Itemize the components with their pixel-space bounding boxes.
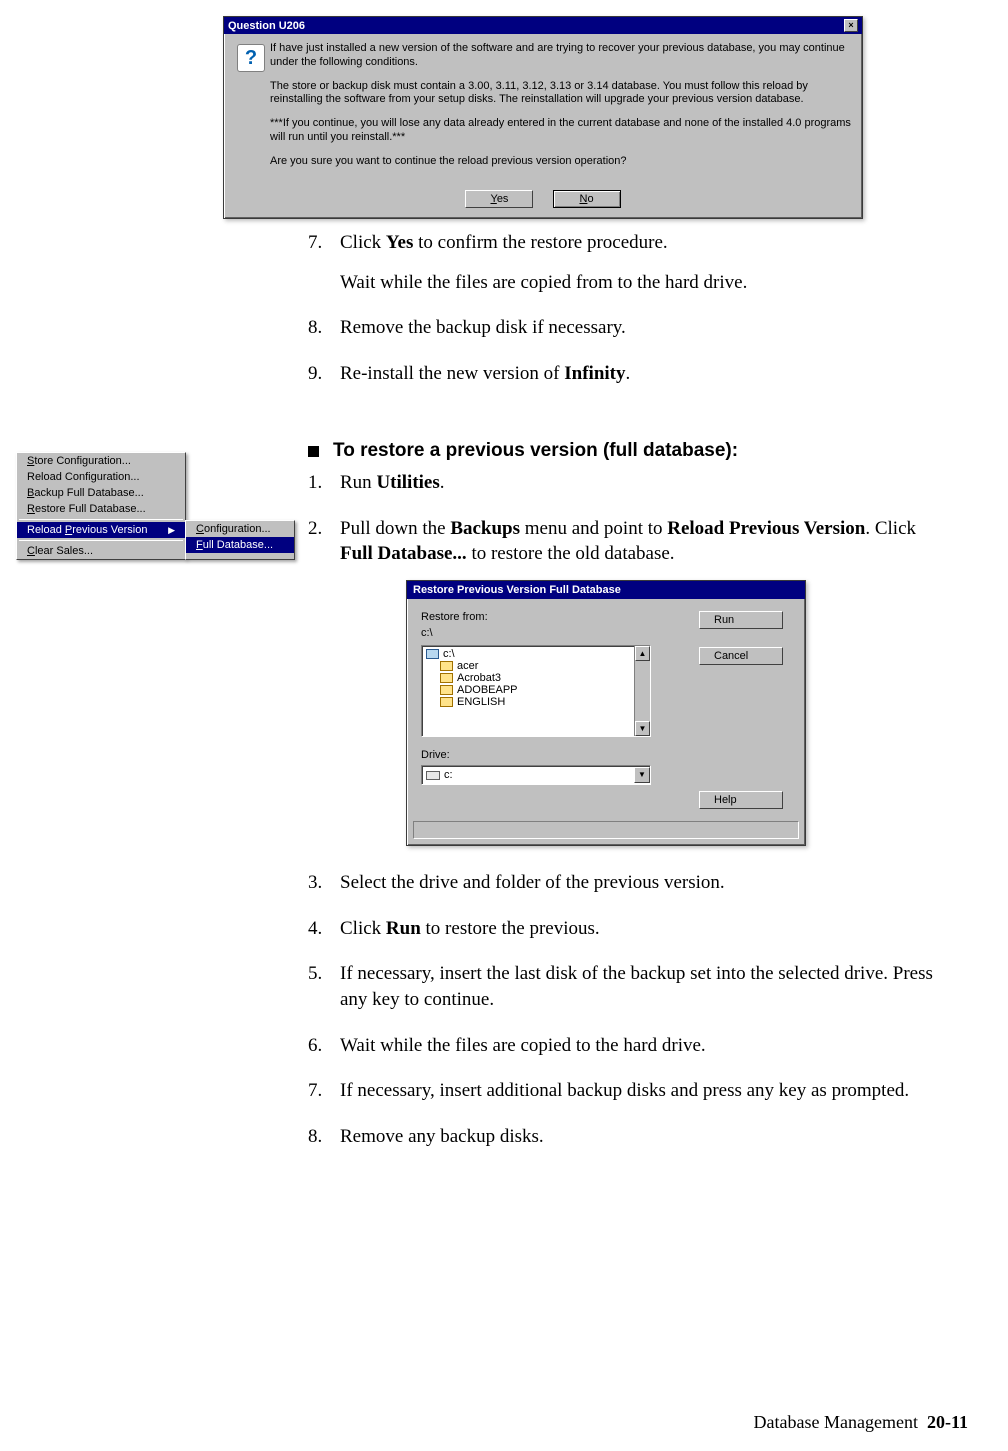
- folder-icon: [426, 649, 439, 659]
- steps-restore: 3.Select the drive and folder of the pre…: [308, 870, 948, 1169]
- square-bullet-icon: [308, 446, 319, 457]
- backups-menu: Store Configuration...Reload Configurati…: [16, 452, 295, 560]
- question-icon: ?: [237, 44, 265, 72]
- drive-combobox[interactable]: c: ▼: [421, 765, 651, 785]
- scroll-down-icon[interactable]: ▼: [635, 721, 650, 736]
- folder-item[interactable]: ADOBEAPP: [424, 684, 632, 696]
- dialog-title: Question U206: [228, 20, 305, 32]
- step: 5.If necessary, insert the last disk of …: [308, 961, 948, 1012]
- folder-listbox[interactable]: c:\acerAcrobat3ADOBEAPPENGLISH ▲ ▼: [421, 645, 651, 737]
- menu-item[interactable]: Backup Full Database...: [17, 485, 185, 501]
- menu-item[interactable]: Reload Configuration...: [17, 469, 185, 485]
- step: 7.If necessary, insert additional backup…: [308, 1078, 948, 1104]
- dialog-titlebar: Restore Previous Version Full Database: [407, 581, 805, 599]
- chevron-right-icon: ▶: [168, 525, 175, 536]
- dialog-text: If have just installed a new version of …: [270, 42, 852, 178]
- cancel-button[interactable]: Cancel: [699, 647, 783, 665]
- section-restore-full: To restore a previous version (full data…: [308, 440, 948, 587]
- folder-item[interactable]: c:\: [424, 648, 632, 660]
- step: 4.Click Run to restore the previous.: [308, 916, 948, 942]
- folder-icon: [440, 685, 453, 695]
- menu-item[interactable]: Configuration...: [186, 521, 294, 537]
- run-button[interactable]: Run: [699, 611, 783, 629]
- folder-item[interactable]: Acrobat3: [424, 672, 632, 684]
- scroll-up-icon[interactable]: ▲: [635, 646, 650, 661]
- folder-icon: [440, 697, 453, 707]
- step: 7.Click Yes to confirm the restore proce…: [308, 230, 948, 295]
- menu-item[interactable]: Clear Sales...: [17, 543, 185, 559]
- folder-icon: [440, 673, 453, 683]
- step: 6.Wait while the files are copied to the…: [308, 1033, 948, 1059]
- help-button[interactable]: Help: [699, 791, 783, 809]
- step: 8.Remove any backup disks.: [308, 1124, 948, 1150]
- no-button[interactable]: No: [553, 190, 621, 208]
- step: 9.Re-install the new version of Infinity…: [308, 361, 948, 387]
- drive-label: Drive:: [421, 749, 791, 761]
- menu-item[interactable]: Full Database...: [186, 537, 294, 553]
- menu-item[interactable]: Restore Full Database...: [17, 501, 185, 517]
- section-heading: To restore a previous version (full data…: [333, 440, 738, 462]
- scrollbar[interactable]: ▲ ▼: [634, 646, 650, 736]
- menu-item[interactable]: Reload Previous Version▶: [17, 522, 185, 538]
- step: 2.Pull down the Backups menu and point t…: [308, 516, 948, 567]
- close-icon[interactable]: ×: [844, 19, 858, 32]
- status-bar: [413, 821, 799, 839]
- folder-item[interactable]: acer: [424, 660, 632, 672]
- steps-continue: 7.Click Yes to confirm the restore proce…: [308, 230, 948, 407]
- chevron-down-icon[interactable]: ▼: [634, 767, 650, 783]
- step: 8.Remove the backup disk if necessary.: [308, 315, 948, 341]
- step: 3.Select the drive and folder of the pre…: [308, 870, 948, 896]
- restore-dialog: Restore Previous Version Full Database R…: [406, 580, 806, 846]
- page-footer: Database Management 20-11: [754, 1412, 968, 1433]
- menu-item[interactable]: Store Configuration...: [17, 453, 185, 469]
- dialog-titlebar: Question U206 ×: [224, 17, 862, 34]
- question-dialog: Question U206 × ? If have just installed…: [223, 16, 863, 219]
- folder-icon: [440, 661, 453, 671]
- step: 1.Run Utilities.: [308, 470, 948, 496]
- folder-item[interactable]: ENGLISH: [424, 696, 632, 708]
- yes-button[interactable]: Yes: [465, 190, 533, 208]
